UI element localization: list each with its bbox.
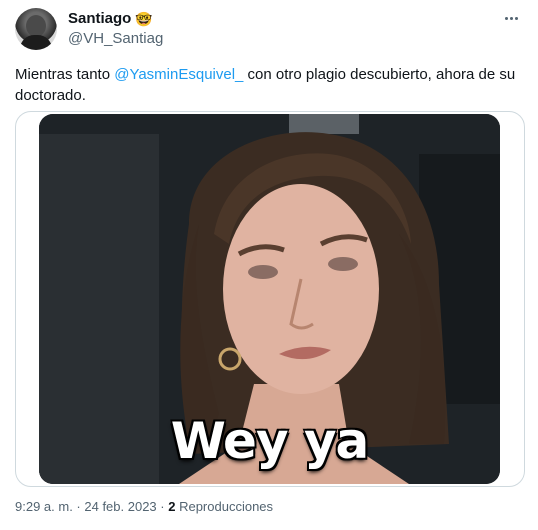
tweet-date[interactable]: 24 feb. 2023	[84, 499, 156, 514]
tweet-meta: 9:29 a. m. · 24 feb. 2023 · 2 Reproducci…	[15, 499, 273, 514]
avatar-face	[26, 15, 46, 37]
more-options-icon[interactable]	[500, 10, 522, 26]
avatar[interactable]	[15, 8, 57, 50]
views-label: Reproducciones	[175, 499, 274, 514]
display-name[interactable]: Santiago	[68, 10, 131, 27]
author-name-row: Santiago 🤓	[68, 10, 153, 27]
tweet-time[interactable]: 9:29 a. m.	[15, 499, 73, 514]
meta-separator: ·	[156, 499, 169, 514]
tweet-text: Mientras tanto @YasminEsquivel_ con otro…	[15, 64, 520, 106]
user-handle[interactable]: @VH_Santiag	[68, 30, 163, 47]
nerd-face-emoji-icon: 🤓	[135, 10, 153, 27]
meme-image[interactable]: Wey ya	[39, 114, 500, 484]
media-container[interactable]: Wey ya	[15, 111, 525, 487]
avatar-body	[20, 35, 52, 50]
mention-link[interactable]: @YasminEsquivel_	[114, 66, 243, 83]
more-dot	[504, 16, 508, 20]
more-dot	[509, 16, 513, 20]
meta-separator: ·	[72, 499, 85, 514]
tweet-text-before: Mientras tanto	[15, 66, 115, 83]
more-dot	[514, 16, 518, 20]
meme-caption: Wey ya	[170, 412, 370, 470]
